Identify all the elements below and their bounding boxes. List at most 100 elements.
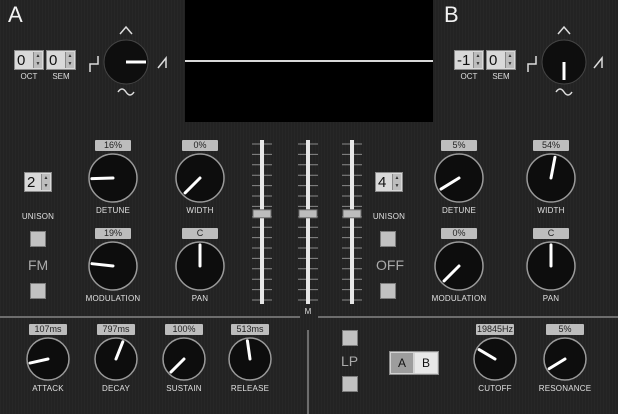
fader-a[interactable] xyxy=(252,140,272,304)
knob-value-display: 19% xyxy=(95,228,131,239)
osc-a-detune-knob[interactable]: 16% DETUNE xyxy=(80,138,146,224)
square-wave-icon[interactable] xyxy=(89,56,99,72)
osc-a-unison-label: UNISON xyxy=(21,212,55,221)
osc-b-mode-down-button[interactable] xyxy=(380,283,396,299)
osc-b-unison-value: 4 xyxy=(378,174,387,191)
osc-b-oct-spinner[interactable]: -1 ▲ ▼ xyxy=(454,50,484,70)
knob-dial[interactable] xyxy=(227,336,273,382)
osc-b-mode-up-button[interactable] xyxy=(380,231,396,247)
osc-a-oct-spinner[interactable]: 0 ▲ ▼ xyxy=(14,50,44,70)
saw-wave-icon[interactable] xyxy=(157,55,167,69)
knob-value-display: 5% xyxy=(441,140,477,151)
osc-b-detune-knob[interactable]: 5% DETUNE xyxy=(426,138,492,224)
filter-route-b-button[interactable]: B xyxy=(415,353,437,373)
knob-label: RESONANCE xyxy=(538,384,592,393)
osc-b-width-knob[interactable]: 54% WIDTH xyxy=(518,138,584,224)
knob-label: DETUNE xyxy=(441,206,477,215)
fader-track[interactable] xyxy=(342,140,362,304)
knob-value-display: 54% xyxy=(533,140,569,151)
knob-dial[interactable] xyxy=(433,240,485,292)
osc-a-modulation-knob[interactable]: 19% MODULATION xyxy=(74,226,152,312)
fader-handle xyxy=(252,209,272,219)
osc-b-label: B xyxy=(444,2,459,27)
osc-a-sem-spinner[interactable]: 0 ▲ ▼ xyxy=(46,50,76,70)
osc-b-oct-value: -1 xyxy=(457,52,471,69)
fader-master[interactable] xyxy=(298,140,318,304)
fader-b[interactable] xyxy=(342,140,362,304)
osc-a-pan-knob[interactable]: C PAN xyxy=(167,226,233,312)
osc-a-mode-up-button[interactable] xyxy=(30,231,46,247)
knob-dial[interactable] xyxy=(472,336,518,382)
osc-a-sem-value: 0 xyxy=(49,52,58,69)
square-wave-icon[interactable] xyxy=(527,56,537,72)
osc-b-mode-label: OFF xyxy=(376,257,404,273)
knob-dial[interactable] xyxy=(525,152,577,204)
knob-label: SUSTAIN xyxy=(166,384,202,393)
fader-rail xyxy=(260,140,264,304)
envelope-attack-knob[interactable]: 107ms ATTACK xyxy=(18,322,78,404)
osc-a-waveform-selector[interactable] xyxy=(84,22,184,100)
fader-handle xyxy=(342,209,362,219)
sine-wave-icon[interactable] xyxy=(117,88,135,96)
osc-b-unison-label: UNISON xyxy=(372,212,406,221)
spinner-arrows-icon[interactable]: ▲ ▼ xyxy=(392,174,401,190)
osc-a-unison-value: 2 xyxy=(27,174,36,191)
saw-wave-icon[interactable] xyxy=(593,55,603,69)
knob-value-display: 19845Hz xyxy=(476,324,514,335)
spinner-arrows-icon[interactable]: ▲ ▼ xyxy=(65,52,74,68)
osc-b-waveform-selector[interactable] xyxy=(520,22,616,100)
osc-a-oct-label: OCT xyxy=(20,72,38,81)
envelope-release-knob[interactable]: 513ms RELEASE xyxy=(220,322,280,404)
knob-dial[interactable] xyxy=(87,152,139,204)
osc-b-sem-spinner[interactable]: 0 ▲ ▼ xyxy=(486,50,516,70)
knob-value-display: 0% xyxy=(441,228,477,239)
osc-b-modulation-knob[interactable]: 0% MODULATION xyxy=(420,226,498,312)
filter-route-a-button[interactable]: A xyxy=(391,353,413,373)
filter-route-group: A B xyxy=(389,351,439,375)
knob-label: ATTACK xyxy=(32,384,64,393)
osc-a-oct-value: 0 xyxy=(17,52,26,69)
osc-b-oct-label: OCT xyxy=(460,72,478,81)
filter-mode-label: LP xyxy=(341,353,359,369)
knob-value-display: 797ms xyxy=(97,324,135,335)
knob-dial[interactable] xyxy=(174,240,226,292)
knob-label: MODULATION xyxy=(85,294,141,303)
knob-value-display: C xyxy=(182,228,218,239)
osc-b-unison-spinner[interactable]: 4 ▲ ▼ xyxy=(375,172,403,192)
knob-dial[interactable] xyxy=(25,336,71,382)
filter-mode-up-button[interactable] xyxy=(342,330,358,346)
envelope-sustain-knob[interactable]: 100% SUSTAIN xyxy=(154,322,214,404)
filter-mode-down-button[interactable] xyxy=(342,376,358,392)
spinner-arrows-icon[interactable]: ▲ ▼ xyxy=(41,174,50,190)
filter-cutoff-knob[interactable]: 19845Hz CUTOFF xyxy=(462,322,528,404)
knob-label: CUTOFF xyxy=(478,384,512,393)
osc-a-width-knob[interactable]: 0% WIDTH xyxy=(167,138,233,224)
knob-dial[interactable] xyxy=(433,152,485,204)
sine-top-icon[interactable] xyxy=(119,25,133,35)
fader-handle xyxy=(298,209,318,219)
spinner-arrows-icon[interactable]: ▲ ▼ xyxy=(33,52,42,68)
knob-dial[interactable] xyxy=(174,152,226,204)
divider-left xyxy=(0,316,300,318)
fader-track[interactable] xyxy=(298,140,318,304)
spinner-arrows-icon[interactable]: ▲ ▼ xyxy=(473,52,482,68)
osc-a-mode-down-button[interactable] xyxy=(30,283,46,299)
divider-right xyxy=(318,316,618,318)
fader-track[interactable] xyxy=(252,140,272,304)
knob-label: WIDTH xyxy=(537,206,565,215)
knob-dial[interactable] xyxy=(161,336,207,382)
envelope-decay-knob[interactable]: 797ms DECAY xyxy=(86,322,146,404)
knob-label: MODULATION xyxy=(431,294,487,303)
knob-dial[interactable] xyxy=(93,336,139,382)
spinner-arrows-icon[interactable]: ▲ ▼ xyxy=(505,52,514,68)
filter-resonance-knob[interactable]: 5% RESONANCE xyxy=(532,322,598,404)
knob-dial[interactable] xyxy=(525,240,577,292)
knob-dial[interactable] xyxy=(542,336,588,382)
osc-b-pan-knob[interactable]: C PAN xyxy=(518,226,584,312)
osc-a-unison-spinner[interactable]: 2 ▲ ▼ xyxy=(24,172,52,192)
osc-b-sem-value: 0 xyxy=(489,52,498,69)
knob-value-display: 100% xyxy=(165,324,203,335)
knob-dial[interactable] xyxy=(87,240,139,292)
sine-wave-icon[interactable] xyxy=(555,88,573,96)
sine-top-icon[interactable] xyxy=(557,25,571,35)
